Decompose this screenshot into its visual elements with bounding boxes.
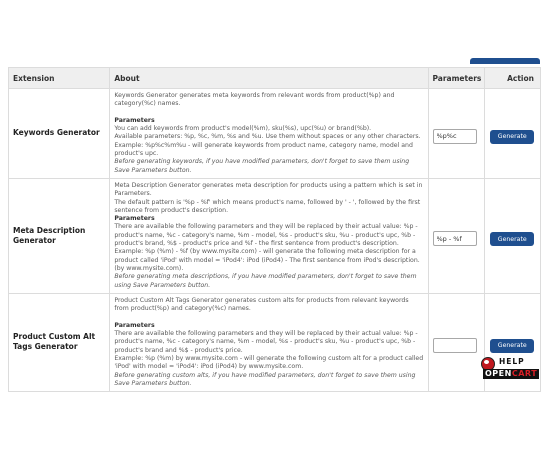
meta-description-parameters-input[interactable] (432, 231, 477, 247)
help-opencart-logo: HELP OPENCART (481, 355, 543, 383)
about-text: You can add keywords from product's mode… (114, 125, 372, 133)
extension-about: Meta Description Generator generates met… (109, 177, 429, 294)
extension-about: Product Custom Alt Tags Generator genera… (109, 292, 429, 393)
about-parameters-heading: Parameters (114, 215, 155, 223)
about-text: The default pattern is '%p - %f' which m… (114, 198, 421, 214)
table-row: Keywords Generator Keywords Generator ge… (7, 88, 541, 179)
about-text: There are available the following parame… (114, 330, 418, 354)
header-parameters: Parameters (427, 67, 486, 89)
extension-name: Product Custom Alt Tags Generator (7, 292, 111, 393)
parameters-cell (427, 177, 486, 294)
header-about: About (109, 67, 429, 89)
logo-cart: CART (511, 369, 538, 378)
about-note: Before generating custom alts, if you ha… (114, 371, 416, 387)
logo-line2: OPENCART (483, 369, 540, 379)
logo-line1: HELP (499, 357, 525, 366)
table-header-row: Extension About Parameters Action (7, 67, 541, 89)
alt-tags-parameters-input[interactable] (432, 337, 477, 353)
about-parameters-heading: Parameters (114, 116, 155, 124)
top-action-button[interactable] (470, 58, 540, 64)
about-text: There are available the following parame… (114, 223, 418, 248)
action-cell: Generate (484, 88, 541, 179)
extension-about: Keywords Generator generates meta keywor… (109, 88, 429, 179)
about-spacer (114, 109, 423, 117)
about-example: Example: %p%c%m%u - will generate keywor… (114, 141, 413, 158)
extension-name: Meta Description Generator (7, 177, 111, 294)
table-row: Meta Description Generator Meta Descript… (7, 177, 541, 294)
about-example: Example: %p (%m) - %f (by www.mysite.com… (114, 248, 420, 272)
about-intro: Meta Description Generator generates met… (114, 181, 423, 198)
about-spacer (114, 313, 423, 321)
parameters-cell (427, 88, 486, 179)
about-example: Example: %p (%m) by www.mysite.com - wil… (114, 354, 424, 371)
logo-open: OPEN (485, 369, 512, 378)
about-note: Before generating keywords, if you have … (114, 158, 410, 174)
about-text: Available parameters: %p, %c, %m, %s and… (114, 133, 421, 141)
table-row: Product Custom Alt Tags Generator Produc… (7, 292, 541, 393)
generate-alt-tags-button[interactable]: Generate (490, 338, 535, 353)
keywords-parameters-input[interactable] (432, 128, 477, 144)
about-intro: Product Custom Alt Tags Generator genera… (114, 296, 409, 313)
header-extension: Extension (7, 67, 111, 89)
about-note: Before generating meta descriptions, if … (114, 273, 417, 289)
about-parameters-heading: Parameters (114, 321, 155, 329)
generate-meta-description-button[interactable]: Generate (490, 232, 535, 247)
header-action: Action (484, 67, 541, 89)
seo-tools-panel: Extension About Parameters Action Keywor… (7, 67, 541, 393)
extension-name: Keywords Generator (7, 88, 111, 179)
generate-keywords-button[interactable]: Generate (490, 129, 535, 144)
extensions-table: Extension About Parameters Action Keywor… (7, 67, 541, 393)
parameters-cell (427, 292, 486, 393)
action-cell: Generate (484, 177, 541, 294)
about-intro: Keywords Generator generates meta keywor… (114, 92, 395, 108)
